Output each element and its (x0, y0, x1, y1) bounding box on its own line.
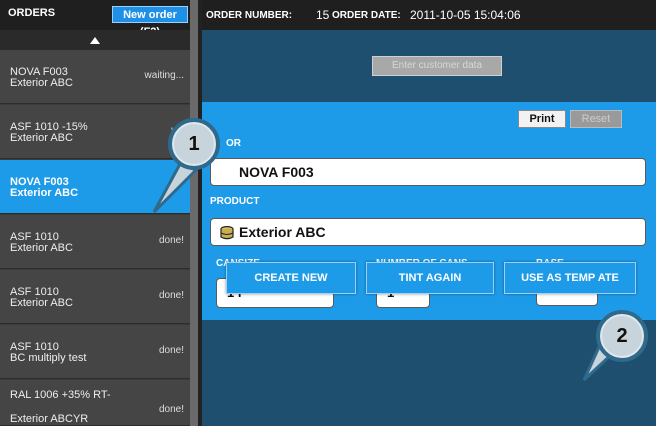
triangle-up-icon (90, 37, 100, 44)
create-new-button[interactable]: CREATE NEW (226, 262, 356, 294)
order-number-value: 15 (316, 8, 330, 22)
order-list-item[interactable]: NOVA F003 Exterior ABC waiting... (0, 50, 190, 104)
order-header: ORDER NUMBER: 15 ORDER DATE: 2011-10-05 … (202, 0, 656, 30)
reset-button[interactable]: Reset (570, 110, 622, 128)
order-list-item[interactable]: RAL 1006 +35% RT- Exterior ABCYR done! (0, 380, 190, 426)
color-field[interactable]: NOVA F003 (210, 158, 646, 186)
sidebar-header: ORDERS New order (F2) (0, 0, 190, 38)
order-list-item[interactable]: ASF 1010 Exterior ABC done! (0, 270, 190, 324)
order-date-value: 2011-10-05 15:04:06 (410, 8, 521, 22)
order-list-item[interactable]: ASF 1010 Exterior ABC done! (0, 215, 190, 269)
app-window: ORDERS New order (F2) NOVA F003 Exterior… (0, 0, 656, 426)
order-item-status: done! (158, 404, 184, 415)
order-item-status: done! (158, 290, 184, 301)
product-value: Exterior ABC (239, 224, 326, 240)
callout-2-badge: 2 (596, 310, 648, 362)
order-item-product: Exterior ABC (10, 187, 79, 199)
product-field[interactable]: Exterior ABC (210, 218, 646, 246)
order-item-product: Exterior ABC (10, 242, 73, 254)
order-item-product: Exterior ABC (10, 132, 73, 144)
callout-1-badge: 1 (168, 118, 220, 170)
product-label: PRODUCT (210, 196, 260, 207)
order-item-product: Exterior ABC (10, 77, 73, 89)
order-item-product: Exterior ABC (10, 297, 73, 309)
order-list-item[interactable]: ASF 1010 BC multiply test done! (0, 325, 190, 379)
order-item-status: waiting... (144, 70, 184, 81)
enter-customer-data-button[interactable]: Enter customer data (372, 56, 502, 76)
new-order-button[interactable]: New order (F2) (112, 6, 188, 38)
orders-title: ORDERS (8, 7, 56, 19)
use-as-template-button[interactable]: USE AS TEMP ATE (504, 262, 636, 294)
order-item-status: done! (158, 345, 184, 356)
order-item-name: RAL 1006 +35% RT- (10, 389, 111, 401)
order-number-label: ORDER NUMBER: (206, 10, 293, 21)
order-item-status: done! (158, 235, 184, 246)
scroll-up-button[interactable] (0, 30, 190, 50)
tint-again-button[interactable]: TINT AGAIN (366, 262, 494, 294)
order-date-label: ORDER DATE: (332, 10, 401, 21)
print-button[interactable]: Print (518, 110, 566, 128)
order-item-product: Exterior ABCYR (10, 413, 89, 425)
order-item-product: BC multiply test (10, 352, 87, 364)
paint-can-icon (220, 225, 234, 240)
color-label: OR (226, 138, 241, 149)
